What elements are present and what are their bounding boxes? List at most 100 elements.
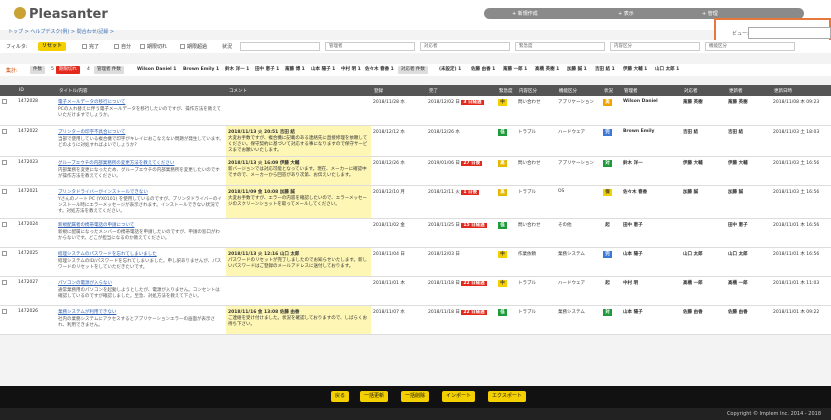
row-date: 2018/11/03 土 16:56 bbox=[771, 185, 831, 219]
row-checkbox[interactable] bbox=[0, 156, 16, 186]
app-logo[interactable]: Pleasanter bbox=[14, 7, 108, 22]
agg-manager-label[interactable]: 管理者 件数 bbox=[94, 66, 124, 74]
row-title-link[interactable]: パソコンの電源が入らない bbox=[58, 280, 224, 286]
agg-overdue[interactable]: 期限切れ bbox=[56, 66, 80, 74]
row-stat: 起 bbox=[601, 218, 621, 248]
import-button[interactable]: インポート bbox=[442, 391, 476, 402]
filter-done[interactable]: 完了 bbox=[82, 43, 99, 50]
table-row[interactable]: 1472024 新規配属者の携帯電話の申請について 新規に配属になったメンバーの携… bbox=[0, 218, 831, 248]
table-row[interactable]: 1472021 プリンタドライバーがインストールできない Yさんのノート PC (… bbox=[0, 185, 831, 219]
row-pri: 高 bbox=[496, 156, 516, 186]
row-checkbox[interactable] bbox=[0, 276, 16, 306]
row-checkbox[interactable] bbox=[0, 125, 16, 157]
bulk-update-button[interactable]: 一括更新 bbox=[360, 391, 389, 402]
agg-mgr-5: 斎藤 博 1 bbox=[285, 67, 305, 72]
header: Pleasanter + 新規作成 + 表示 + 管理 トップ > ヘルプデスク… bbox=[0, 0, 831, 35]
row-title-link[interactable]: プリンタドライバーがインストールできない bbox=[58, 189, 224, 195]
filter-label: フィルタ: bbox=[6, 44, 28, 50]
col-id[interactable]: ID bbox=[16, 85, 56, 96]
row-title-link[interactable]: 経理システムのパスワードを忘れてしまいました bbox=[58, 251, 224, 257]
aggregate-bar: 集計: 件数 5 期限切れ 4 管理者 件数 Wilson Daniel 1 B… bbox=[0, 64, 831, 76]
row-title-link[interactable]: グループエウチの内部業務所の変更方法を教えてください bbox=[58, 160, 224, 166]
status-badge: 対 bbox=[603, 308, 612, 316]
row-checkbox[interactable] bbox=[0, 305, 16, 335]
row-kind: トラブル bbox=[516, 305, 556, 335]
operator-select[interactable]: 対応者 bbox=[420, 42, 510, 51]
col-op[interactable]: 対応者 bbox=[681, 85, 726, 96]
row-id: 1472022 bbox=[16, 125, 56, 157]
row-kind: 問い合わせ bbox=[516, 218, 556, 248]
col-stat[interactable]: 状況 bbox=[601, 85, 621, 96]
bulk-delete-button[interactable]: 一括削除 bbox=[401, 391, 430, 402]
status-select[interactable] bbox=[240, 42, 320, 51]
row-checkbox[interactable] bbox=[0, 96, 16, 126]
nav-view[interactable]: + 表示 bbox=[618, 10, 634, 17]
row-title-link[interactable]: 電子メールデータの移行について bbox=[58, 99, 224, 105]
col-title[interactable]: タイトル/内容 bbox=[56, 85, 226, 96]
row-checkbox[interactable] bbox=[0, 185, 16, 219]
filter-self[interactable]: 自分 bbox=[114, 43, 131, 50]
row-mgr: 佐々木 春香 bbox=[621, 185, 681, 219]
row-pri: 中 bbox=[496, 276, 516, 306]
view-select[interactable] bbox=[748, 27, 831, 39]
agg-mgr-2: Brown Emily 1 bbox=[183, 67, 220, 72]
manager-select[interactable]: 管理者 bbox=[325, 42, 415, 51]
row-title-link[interactable]: 業務システムが利用できない bbox=[58, 309, 224, 315]
agg-mgr-7: 中村 明 1 bbox=[341, 67, 361, 72]
nav-new[interactable]: + 新規作成 bbox=[512, 10, 538, 17]
row-done: 2018/11/18 日 22 日経過 bbox=[426, 276, 496, 306]
col-pri[interactable]: 緊急度 bbox=[496, 85, 516, 96]
row-comment bbox=[226, 276, 371, 306]
agg-count-label[interactable]: 件数 bbox=[30, 66, 45, 74]
col-func[interactable]: 機能区分 bbox=[556, 85, 601, 96]
col-upd[interactable]: 更新者 bbox=[726, 85, 771, 96]
export-button[interactable]: エクスポート bbox=[488, 391, 526, 402]
row-reg: 2018/12/12 水 bbox=[371, 125, 426, 157]
row-pri: 低 bbox=[496, 125, 516, 157]
row-func: 業務システム bbox=[556, 247, 601, 277]
row-date: 2018/11/03 土 18:03 bbox=[771, 125, 831, 157]
table-row[interactable]: 1472023 グループエウチの内部業務所の変更方法を教えてください 内部業務を変… bbox=[0, 156, 831, 186]
row-stat: 実 bbox=[601, 96, 621, 126]
table-row[interactable]: 1472025 経理システムのパスワードを忘れてしまいました 経理システムのID/… bbox=[0, 247, 831, 277]
col-date[interactable]: 更新日時 bbox=[771, 85, 831, 96]
row-pri: 高 bbox=[496, 185, 516, 219]
filter-bar: フィルタ: リセット 完了 自分 期限切れ 期限超過 状況 管理者 対応者 緊急… bbox=[0, 40, 831, 53]
priority-badge: 低 bbox=[498, 308, 507, 316]
row-checkbox[interactable] bbox=[0, 218, 16, 248]
table-row[interactable]: 1472027 パソコンの電源が入らない 通常業務用のパソコンを起動しようとしたが… bbox=[0, 276, 831, 306]
table-row[interactable]: 1472022 プリンターの印字不具合について 当部で使用している複合機で印字がキ… bbox=[0, 125, 831, 157]
row-checkbox[interactable] bbox=[0, 247, 16, 277]
late-badge: 15 日経過 bbox=[461, 222, 487, 228]
filter-overdue[interactable]: 期限切れ bbox=[140, 43, 167, 50]
back-button[interactable]: 戻る bbox=[331, 391, 350, 402]
breadcrumb[interactable]: トップ > ヘルプデスク(例) > 問合わせ/記録 > bbox=[8, 28, 114, 35]
col-comment[interactable]: コメント bbox=[226, 85, 371, 96]
row-done: 2019/01/06 日 27 日後 bbox=[426, 156, 496, 186]
agg-mgr-4: 田中 恵子 1 bbox=[255, 67, 280, 72]
col-kind[interactable]: 内容区分 bbox=[516, 85, 556, 96]
row-op: 吉田 結 bbox=[681, 125, 726, 157]
table-row[interactable]: 1472028 電子メールデータの移行について PCの入れ替えに伴う電子メールデー… bbox=[0, 96, 831, 126]
filter-exceeded[interactable]: 期限超過 bbox=[180, 43, 207, 50]
row-title-link[interactable]: プリンターの印字不具合について bbox=[58, 129, 224, 135]
filter-reset-button[interactable]: リセット bbox=[38, 42, 67, 51]
col-check[interactable] bbox=[0, 85, 16, 96]
nav-manage[interactable]: + 管理 bbox=[702, 10, 718, 17]
col-mgr[interactable]: 管理者 bbox=[621, 85, 681, 96]
col-reg[interactable]: 登録 bbox=[371, 85, 426, 96]
urgency-select[interactable]: 緊急度 bbox=[515, 42, 605, 51]
table-row[interactable]: 1472026 業務システムが利用できない 社内の業務システムにアクセスするとアプ… bbox=[0, 305, 831, 335]
row-body: 新規に配属になったメンバーの携帯電話を申請したいのですが、申請の窓口がわからない… bbox=[58, 229, 220, 241]
agg-mgr-3: 鈴木 洋一 1 bbox=[225, 67, 250, 72]
function-select[interactable]: 機能区分 bbox=[705, 42, 795, 51]
row-pri: 低 bbox=[496, 218, 516, 248]
app-title: Pleasanter bbox=[29, 7, 108, 22]
col-done[interactable]: 完了 bbox=[426, 85, 496, 96]
row-done: 2018/11/25 日 15 日経過 bbox=[426, 218, 496, 248]
row-title-link[interactable]: 新規配属者の携帯電話の申請について bbox=[58, 222, 224, 228]
agg-operator-label[interactable]: 対応者 件数 bbox=[398, 66, 428, 74]
late-badge: 22 日経過 bbox=[461, 280, 487, 286]
content-select[interactable]: 内容区分 bbox=[610, 42, 700, 51]
row-title-cell: パソコンの電源が入らない 通常業務用のパソコンを起動しようとしたが、電源が入りませ… bbox=[56, 276, 226, 306]
